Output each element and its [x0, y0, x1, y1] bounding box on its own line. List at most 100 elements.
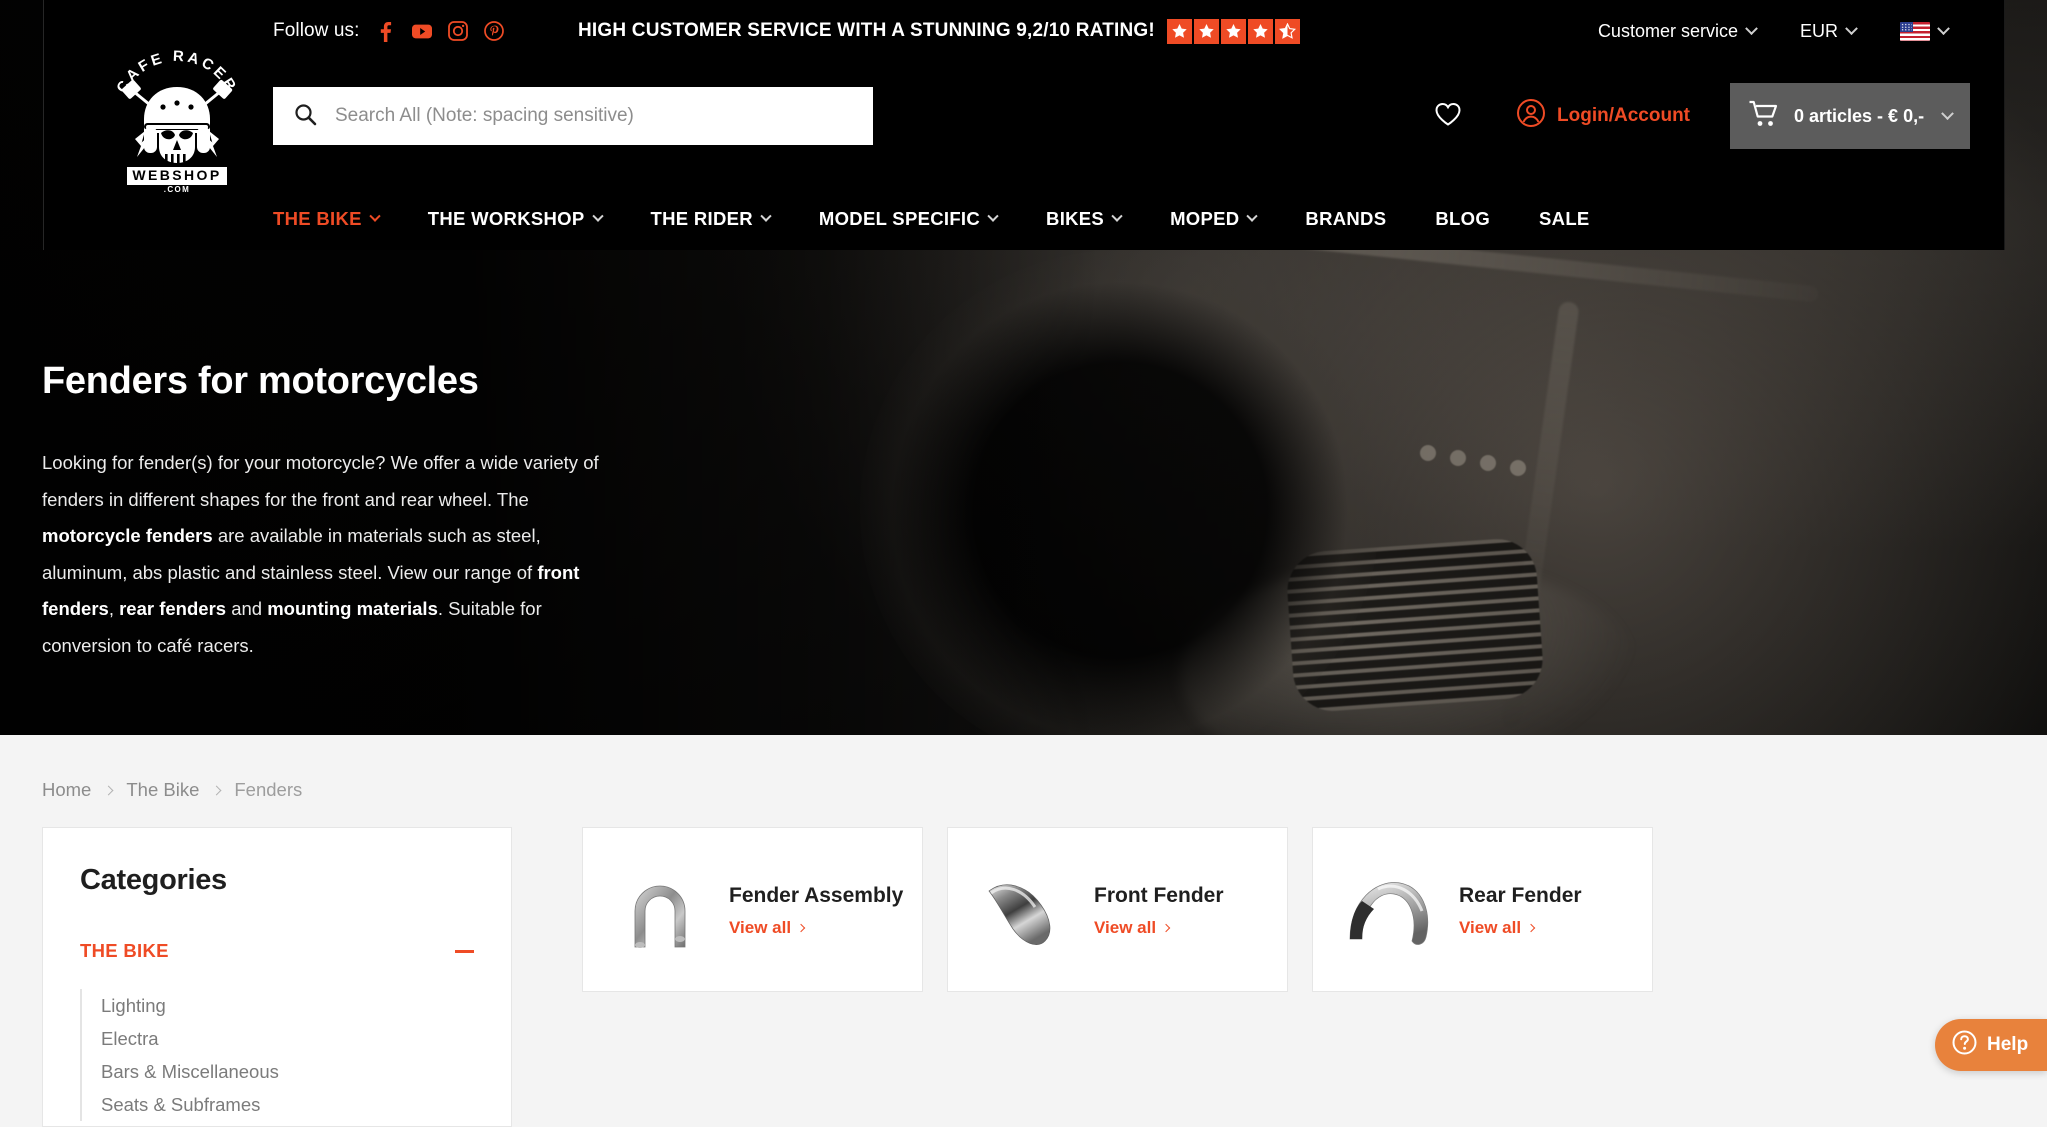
hero-bold-1: motorcycle fenders — [42, 525, 213, 546]
category-group-the-bike[interactable]: THE BIKE — [80, 940, 474, 962]
nav-item-bikes[interactable]: BIKES — [1046, 208, 1121, 230]
card-title: Front Fender — [1094, 882, 1275, 910]
category-list: Lighting Electra Bars & Miscellaneous Se… — [80, 989, 474, 1121]
hero-text-3: , — [109, 598, 119, 619]
facebook-icon[interactable] — [376, 21, 396, 41]
chevron-down-icon — [1745, 22, 1758, 35]
chevron-down-icon — [1937, 22, 1950, 35]
subcategory-card-front-fender[interactable]: Front Fender View all — [947, 827, 1288, 992]
chevron-right-icon — [797, 923, 805, 931]
breadcrumb-item-fenders: Fenders — [234, 779, 302, 801]
category-group-label: THE BIKE — [80, 940, 169, 962]
subcategory-card-fender-assembly[interactable]: Fender Assembly View all — [582, 827, 923, 992]
nav-item-blog[interactable]: BLOG — [1435, 208, 1490, 230]
subcategory-cards: Fender Assembly View all — [582, 827, 1653, 992]
chevron-right-icon — [104, 785, 114, 795]
hero-bold-4: mounting materials — [267, 598, 438, 619]
hero-copy: Fenders for motorcycles Looking for fend… — [42, 360, 622, 664]
nav-item-sale[interactable]: SALE — [1539, 208, 1590, 230]
chevron-down-icon — [592, 211, 603, 222]
star-full-icon — [1194, 19, 1219, 44]
hero-text-4: and — [226, 598, 267, 619]
view-all-link[interactable]: View all — [1094, 918, 1169, 938]
sidebar-item-lighting[interactable]: Lighting — [101, 989, 474, 1022]
sidebar-title: Categories — [80, 864, 474, 897]
nav-label: BRANDS — [1305, 208, 1386, 230]
nav-item-brands[interactable]: BRANDS — [1305, 208, 1386, 230]
sidebar-item-seats-subframes[interactable]: Seats & Subframes — [101, 1088, 474, 1121]
svg-text:WEBSHOP: WEBSHOP — [132, 167, 221, 183]
rear-fender-thumb — [1331, 851, 1449, 969]
heart-icon — [1434, 101, 1462, 132]
search-bar[interactable] — [273, 87, 873, 145]
chevron-down-icon — [1941, 107, 1954, 120]
main-content: Home The Bike Fenders Categories THE BIK… — [0, 735, 2047, 1119]
chevron-down-icon — [1247, 211, 1258, 222]
nav-label: THE BIKE — [273, 208, 362, 230]
instagram-icon[interactable] — [448, 21, 468, 41]
fender-clamp-thumb — [601, 851, 719, 969]
nav-item-the-workshop[interactable]: THE WORKSHOP — [428, 208, 602, 230]
hero-text-1: Looking for fender(s) for your motorcycl… — [42, 452, 599, 510]
customer-service-label: Customer service — [1598, 21, 1738, 42]
nav-item-the-bike[interactable]: THE BIKE — [273, 208, 379, 230]
view-all-label: View all — [1459, 918, 1521, 938]
nav-item-moped[interactable]: MOPED — [1170, 208, 1256, 230]
breadcrumb: Home The Bike Fenders — [42, 779, 302, 801]
nav-item-the-rider[interactable]: THE RIDER — [651, 208, 770, 230]
hero-photo-detail — [1420, 445, 1590, 475]
wishlist-button[interactable] — [1406, 101, 1490, 132]
nav-label: BLOG — [1435, 208, 1490, 230]
cart-button[interactable]: 0 articles - € 0,- — [1730, 83, 1970, 149]
nav-label: THE RIDER — [651, 208, 753, 230]
view-all-link[interactable]: View all — [1459, 918, 1534, 938]
user-circle-icon — [1516, 98, 1546, 134]
minus-icon[interactable] — [455, 950, 474, 953]
currency-dropdown[interactable]: EUR — [1778, 21, 1878, 42]
star-full-icon — [1167, 19, 1192, 44]
breadcrumb-item-home[interactable]: Home — [42, 779, 91, 801]
card-body: Fender Assembly View all — [729, 882, 910, 938]
pinterest-icon[interactable] — [484, 21, 504, 41]
help-widget-button[interactable]: Help — [1935, 1019, 2047, 1071]
search-icon — [293, 102, 317, 131]
sidebar-item-bars-miscellaneous[interactable]: Bars & Miscellaneous — [101, 1055, 474, 1088]
chevron-right-icon — [212, 785, 222, 795]
view-all-link[interactable]: View all — [729, 918, 804, 938]
main-navigation: THE BIKE THE WORKSHOP THE RIDER MODEL SP… — [44, 188, 2004, 250]
chevron-down-icon — [369, 211, 380, 222]
chevron-down-icon — [987, 211, 998, 222]
star-full-icon — [1248, 19, 1273, 44]
chevron-down-icon — [1111, 211, 1122, 222]
trust-rating: HIGH CUSTOMER SERVICE WITH A STUNNING 9,… — [578, 0, 1300, 62]
question-circle-icon — [1952, 1030, 1977, 1061]
hero-photo-detail — [1285, 536, 1546, 713]
view-all-label: View all — [729, 918, 791, 938]
subcategory-card-rear-fender[interactable]: Rear Fender View all — [1312, 827, 1653, 992]
customer-service-dropdown[interactable]: Customer service — [1576, 21, 1778, 42]
search-input[interactable] — [335, 105, 853, 127]
follow-us-group: Follow us: — [273, 0, 504, 62]
help-label: Help — [1987, 1034, 2028, 1056]
nav-item-model-specific[interactable]: MODEL SPECIFIC — [819, 208, 997, 230]
site-logo[interactable]: CAFE RACER — [97, 47, 257, 192]
card-title: Rear Fender — [1459, 882, 1640, 910]
hero-bold-3: rear fenders — [119, 598, 226, 619]
card-body: Rear Fender View all — [1459, 882, 1640, 938]
card-title: Fender Assembly — [729, 882, 910, 910]
sidebar-item-electra[interactable]: Electra — [101, 1022, 474, 1055]
front-fender-thumb — [966, 851, 1084, 969]
shopping-cart-icon — [1748, 100, 1780, 133]
cart-summary-label: 0 articles - € 0,- — [1794, 106, 1924, 127]
login-account-label: Login/Account — [1557, 105, 1690, 127]
login-account-button[interactable]: Login/Account — [1490, 98, 1716, 134]
nav-label: MODEL SPECIFIC — [819, 208, 980, 230]
categories-sidebar: Categories THE BIKE Lighting Electra Bar… — [42, 827, 512, 1127]
nav-label: MOPED — [1170, 208, 1239, 230]
follow-us-label: Follow us: — [273, 20, 360, 42]
language-dropdown[interactable] — [1878, 22, 1970, 41]
breadcrumb-item-the-bike[interactable]: The Bike — [126, 779, 199, 801]
star-full-icon — [1221, 19, 1246, 44]
card-body: Front Fender View all — [1094, 882, 1275, 938]
youtube-icon[interactable] — [412, 21, 432, 41]
